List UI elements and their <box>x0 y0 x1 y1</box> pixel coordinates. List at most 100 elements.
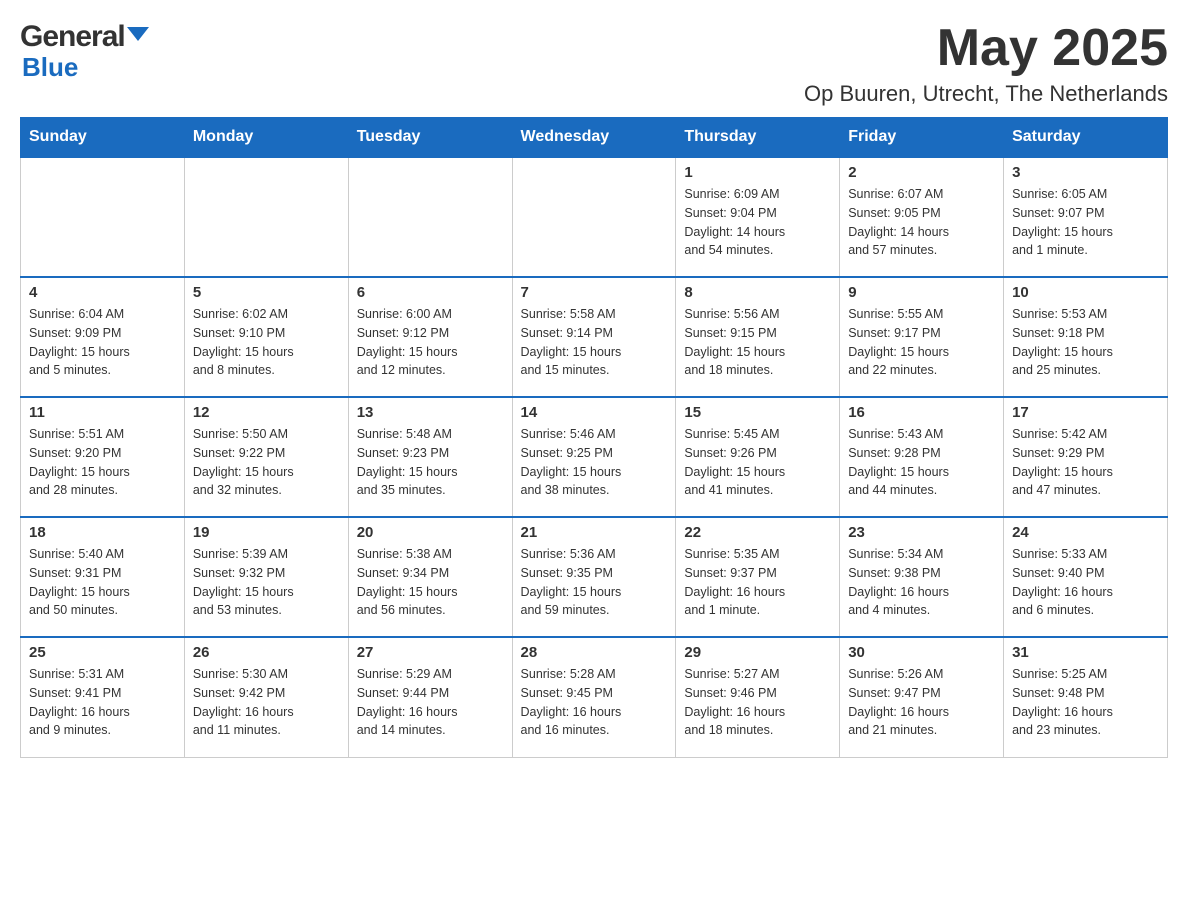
calendar-cell: 13 Sunrise: 5:48 AM Sunset: 9:23 PM Dayli… <box>348 397 512 517</box>
logo-general-text: General <box>20 20 125 54</box>
day-info: Sunrise: 5:48 AM Sunset: 9:23 PM Dayligh… <box>357 425 504 500</box>
day-info: Sunrise: 5:28 AM Sunset: 9:45 PM Dayligh… <box>521 665 668 740</box>
day-info: Sunrise: 5:46 AM Sunset: 9:25 PM Dayligh… <box>521 425 668 500</box>
day-number: 14 <box>521 404 668 421</box>
calendar-cell: 16 Sunrise: 5:43 AM Sunset: 9:28 PM Dayli… <box>840 397 1004 517</box>
day-info: Sunrise: 5:29 AM Sunset: 9:44 PM Dayligh… <box>357 665 504 740</box>
calendar-cell: 28Sunrise: 5:28 AM Sunset: 9:45 PM Dayli… <box>512 637 676 757</box>
week-row-5: 25 Sunrise: 5:31 AM Sunset: 9:41 PM Dayli… <box>21 637 1168 757</box>
day-number: 17 <box>1012 404 1159 421</box>
calendar-cell: 1 Sunrise: 6:09 AM Sunset: 9:04 PM Daylig… <box>676 157 840 277</box>
day-info: Sunrise: 6:05 AM Sunset: 9:07 PM Dayligh… <box>1012 185 1159 260</box>
calendar-cell: 20Sunrise: 5:38 AM Sunset: 9:34 PM Dayli… <box>348 517 512 637</box>
calendar-cell <box>512 157 676 277</box>
day-number: 22 <box>684 524 831 541</box>
calendar-cell: 22 Sunrise: 5:35 AM Sunset: 9:37 PM Dayli… <box>676 517 840 637</box>
day-number: 25 <box>29 644 176 661</box>
calendar-cell: 4Sunrise: 6:04 AM Sunset: 9:09 PM Daylig… <box>21 277 185 397</box>
week-row-3: 11Sunrise: 5:51 AM Sunset: 9:20 PM Dayli… <box>21 397 1168 517</box>
week-row-1: 1 Sunrise: 6:09 AM Sunset: 9:04 PM Daylig… <box>21 157 1168 277</box>
calendar-body: 1 Sunrise: 6:09 AM Sunset: 9:04 PM Daylig… <box>21 157 1168 757</box>
day-number: 29 <box>684 644 831 661</box>
calendar-cell <box>348 157 512 277</box>
calendar-table: SundayMondayTuesdayWednesdayThursdayFrid… <box>20 117 1168 758</box>
calendar-cell <box>21 157 185 277</box>
day-info: Sunrise: 5:58 AM Sunset: 9:14 PM Dayligh… <box>521 305 668 380</box>
day-info: Sunrise: 5:45 AM Sunset: 9:26 PM Dayligh… <box>684 425 831 500</box>
day-info: Sunrise: 5:43 AM Sunset: 9:28 PM Dayligh… <box>848 425 995 500</box>
day-header-thursday: Thursday <box>676 118 840 158</box>
calendar-cell: 5Sunrise: 6:02 AM Sunset: 9:10 PM Daylig… <box>184 277 348 397</box>
day-number: 23 <box>848 524 995 541</box>
calendar-cell: 15 Sunrise: 5:45 AM Sunset: 9:26 PM Dayli… <box>676 397 840 517</box>
logo-blue-text: Blue <box>22 52 78 83</box>
week-row-4: 18 Sunrise: 5:40 AM Sunset: 9:31 PM Dayli… <box>21 517 1168 637</box>
calendar-cell: 6Sunrise: 6:00 AM Sunset: 9:12 PM Daylig… <box>348 277 512 397</box>
day-info: Sunrise: 5:39 AM Sunset: 9:32 PM Dayligh… <box>193 545 340 620</box>
day-number: 4 <box>29 284 176 301</box>
calendar-cell: 17 Sunrise: 5:42 AM Sunset: 9:29 PM Dayli… <box>1004 397 1168 517</box>
day-number: 26 <box>193 644 340 661</box>
day-number: 19 <box>193 524 340 541</box>
logo: General Blue <box>20 20 149 83</box>
day-number: 13 <box>357 404 504 421</box>
page-header: General Blue May 2025 Op Buuren, Utrecht… <box>20 20 1168 107</box>
day-number: 21 <box>521 524 668 541</box>
calendar-cell: 26 Sunrise: 5:30 AM Sunset: 9:42 PM Dayli… <box>184 637 348 757</box>
calendar-cell: 19 Sunrise: 5:39 AM Sunset: 9:32 PM Dayli… <box>184 517 348 637</box>
calendar-cell: 24Sunrise: 5:33 AM Sunset: 9:40 PM Dayli… <box>1004 517 1168 637</box>
days-of-week-row: SundayMondayTuesdayWednesdayThursdayFrid… <box>21 118 1168 158</box>
day-number: 20 <box>357 524 504 541</box>
day-number: 10 <box>1012 284 1159 301</box>
day-info: Sunrise: 5:27 AM Sunset: 9:46 PM Dayligh… <box>684 665 831 740</box>
day-info: Sunrise: 6:09 AM Sunset: 9:04 PM Dayligh… <box>684 185 831 260</box>
day-number: 3 <box>1012 164 1159 181</box>
day-number: 12 <box>193 404 340 421</box>
calendar-cell: 29 Sunrise: 5:27 AM Sunset: 9:46 PM Dayli… <box>676 637 840 757</box>
day-number: 8 <box>684 284 831 301</box>
day-header-monday: Monday <box>184 118 348 158</box>
calendar-cell: 31 Sunrise: 5:25 AM Sunset: 9:48 PM Dayli… <box>1004 637 1168 757</box>
day-info: Sunrise: 5:36 AM Sunset: 9:35 PM Dayligh… <box>521 545 668 620</box>
calendar-cell: 21 Sunrise: 5:36 AM Sunset: 9:35 PM Dayli… <box>512 517 676 637</box>
day-number: 18 <box>29 524 176 541</box>
day-number: 5 <box>193 284 340 301</box>
day-header-saturday: Saturday <box>1004 118 1168 158</box>
day-number: 7 <box>521 284 668 301</box>
calendar-header: SundayMondayTuesdayWednesdayThursdayFrid… <box>21 118 1168 158</box>
calendar-cell: 14 Sunrise: 5:46 AM Sunset: 9:25 PM Dayli… <box>512 397 676 517</box>
day-info: Sunrise: 5:31 AM Sunset: 9:41 PM Dayligh… <box>29 665 176 740</box>
day-info: Sunrise: 5:55 AM Sunset: 9:17 PM Dayligh… <box>848 305 995 380</box>
calendar-cell: 23 Sunrise: 5:34 AM Sunset: 9:38 PM Dayli… <box>840 517 1004 637</box>
day-info: Sunrise: 5:34 AM Sunset: 9:38 PM Dayligh… <box>848 545 995 620</box>
day-info: Sunrise: 5:42 AM Sunset: 9:29 PM Dayligh… <box>1012 425 1159 500</box>
day-header-tuesday: Tuesday <box>348 118 512 158</box>
day-header-sunday: Sunday <box>21 118 185 158</box>
calendar-cell <box>184 157 348 277</box>
day-number: 15 <box>684 404 831 421</box>
day-number: 24 <box>1012 524 1159 541</box>
calendar-cell: 9 Sunrise: 5:55 AM Sunset: 9:17 PM Daylig… <box>840 277 1004 397</box>
calendar-cell: 10 Sunrise: 5:53 AM Sunset: 9:18 PM Dayli… <box>1004 277 1168 397</box>
month-year-title: May 2025 <box>804 20 1168 77</box>
day-number: 1 <box>684 164 831 181</box>
day-info: Sunrise: 6:07 AM Sunset: 9:05 PM Dayligh… <box>848 185 995 260</box>
day-info: Sunrise: 5:53 AM Sunset: 9:18 PM Dayligh… <box>1012 305 1159 380</box>
day-info: Sunrise: 5:50 AM Sunset: 9:22 PM Dayligh… <box>193 425 340 500</box>
day-info: Sunrise: 5:25 AM Sunset: 9:48 PM Dayligh… <box>1012 665 1159 740</box>
day-header-friday: Friday <box>840 118 1004 158</box>
day-number: 9 <box>848 284 995 301</box>
day-info: Sunrise: 5:26 AM Sunset: 9:47 PM Dayligh… <box>848 665 995 740</box>
day-info: Sunrise: 5:30 AM Sunset: 9:42 PM Dayligh… <box>193 665 340 740</box>
calendar-cell: 8 Sunrise: 5:56 AM Sunset: 9:15 PM Daylig… <box>676 277 840 397</box>
day-number: 27 <box>357 644 504 661</box>
day-info: Sunrise: 5:56 AM Sunset: 9:15 PM Dayligh… <box>684 305 831 380</box>
location-subtitle: Op Buuren, Utrecht, The Netherlands <box>804 81 1168 107</box>
calendar-cell: 7 Sunrise: 5:58 AM Sunset: 9:14 PM Daylig… <box>512 277 676 397</box>
day-number: 16 <box>848 404 995 421</box>
day-number: 11 <box>29 404 176 421</box>
day-number: 31 <box>1012 644 1159 661</box>
day-info: Sunrise: 5:35 AM Sunset: 9:37 PM Dayligh… <box>684 545 831 620</box>
title-block: May 2025 Op Buuren, Utrecht, The Netherl… <box>804 20 1168 107</box>
day-info: Sunrise: 5:40 AM Sunset: 9:31 PM Dayligh… <box>29 545 176 620</box>
